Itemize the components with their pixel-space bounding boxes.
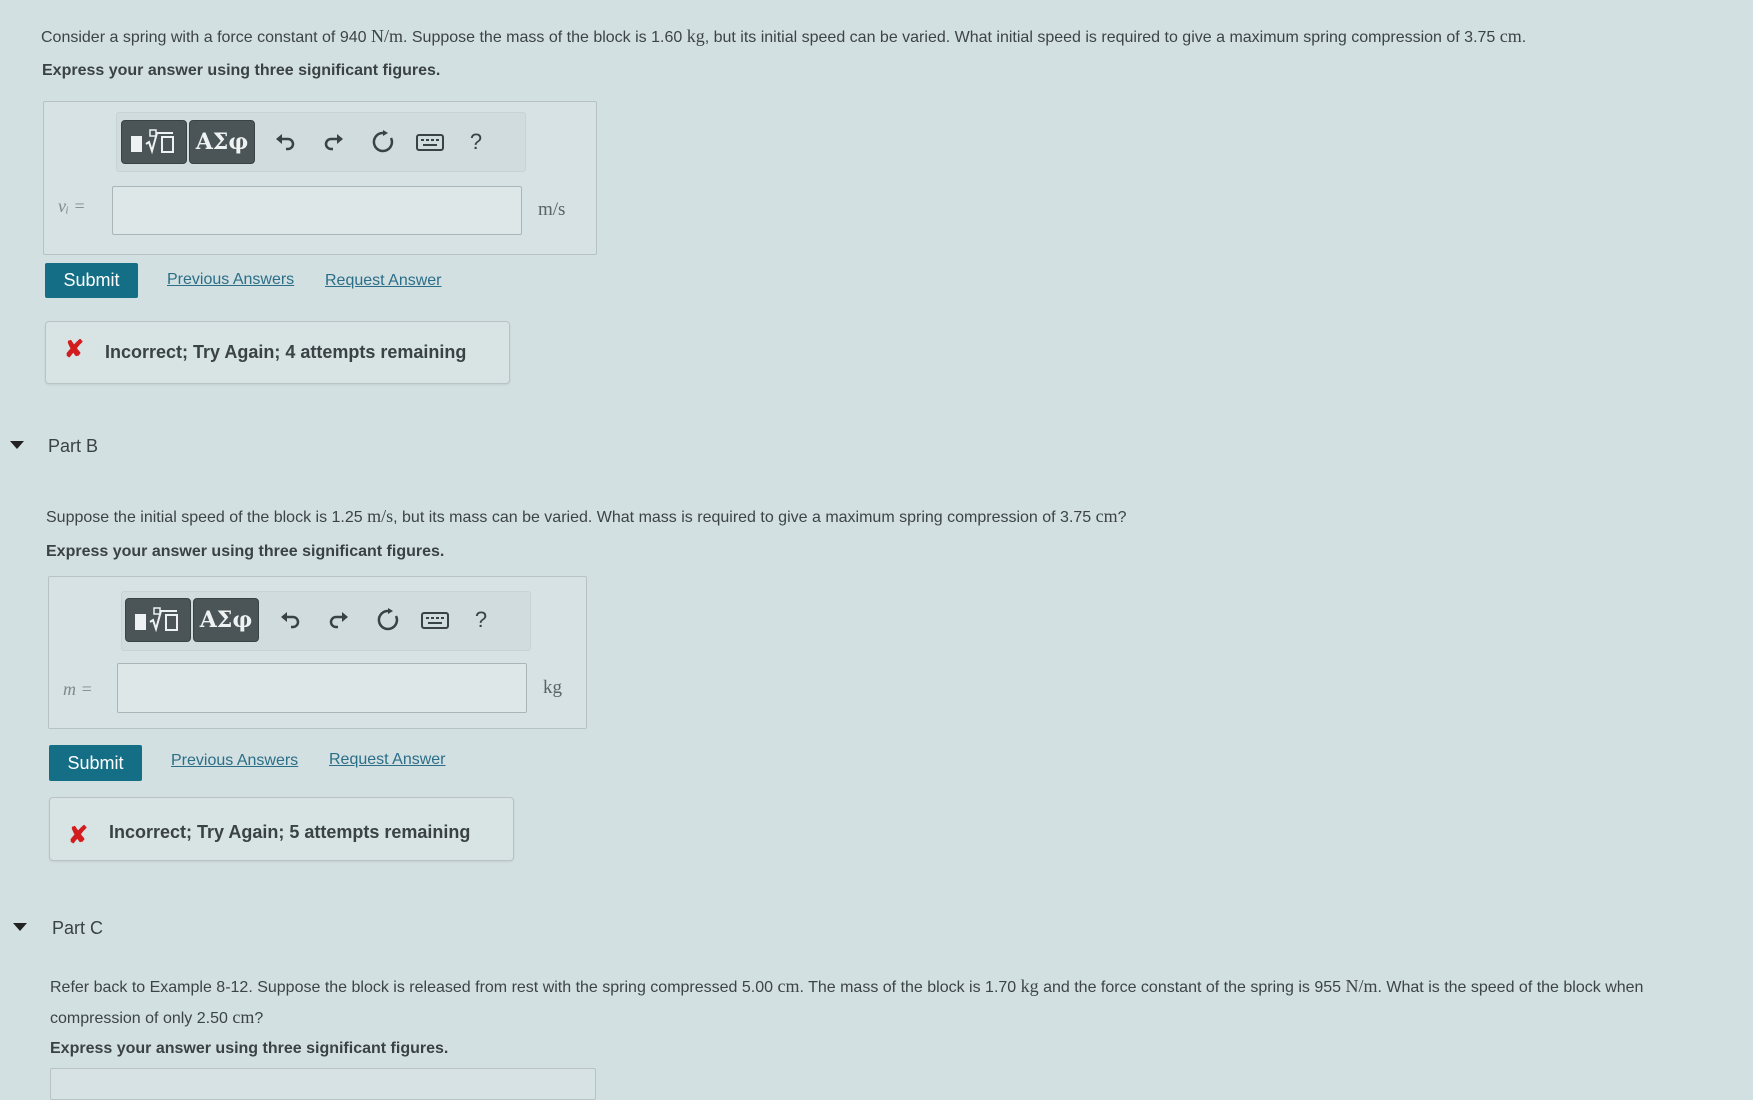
part-a-feedback-text: Incorrect; Try Again; 4 attempts remaini…: [105, 342, 467, 362]
redo-icon: [324, 134, 343, 151]
part-a-question-text: , but its initial speed can be varied. W…: [704, 29, 1500, 46]
templates-button[interactable]: [125, 598, 191, 642]
part-a-answer-box: ΑΣφ ? vᵢ = m/s: [43, 101, 597, 255]
error-x-icon: ✘: [68, 822, 89, 849]
part-b-feedback-text: Incorrect; Try Again; 5 attempts remaini…: [109, 822, 471, 842]
math-toolbar: ΑΣφ ?: [121, 591, 531, 651]
templates-icon: [135, 607, 178, 633]
reset-icon: [372, 130, 394, 153]
unit-nm: N/m: [370, 26, 403, 46]
part-a-question-text: Consider a spring with a force constant …: [41, 29, 371, 46]
part-c-question-text: ?: [254, 1010, 264, 1027]
part-b-collapse-caret[interactable]: [10, 441, 24, 449]
part-c-answer-box: [50, 1068, 596, 1100]
part-a-unit: m/s: [538, 199, 566, 220]
part-c-question-text: compression of only 2.50: [50, 1010, 233, 1027]
part-b-instruction: Express your answer using three signific…: [46, 543, 445, 560]
part-a-previous-answers-link[interactable]: Previous Answers: [167, 271, 294, 289]
part-b-answer-input[interactable]: [117, 663, 527, 713]
part-c-question-text: . What is the speed of the block when: [1377, 979, 1644, 996]
part-a-variable-label: vᵢ =: [58, 196, 86, 216]
keyboard-button[interactable]: [420, 605, 450, 635]
templates-icon: [131, 129, 174, 155]
part-b-unit: kg: [543, 677, 562, 698]
redo-button[interactable]: [324, 605, 354, 635]
part-a-question: Consider a spring with a force constant …: [41, 26, 1526, 47]
greek-label: ΑΣφ: [195, 129, 249, 155]
help-button[interactable]: ?: [461, 127, 491, 157]
undo-button[interactable]: [270, 127, 300, 157]
part-c-question-line2: compression of only 2.50 cm?: [50, 1007, 263, 1028]
error-x-icon: ✘: [64, 336, 85, 363]
part-b-title[interactable]: Part B: [48, 436, 98, 457]
reset-icon: [377, 608, 399, 631]
reset-button[interactable]: [368, 127, 398, 157]
keyboard-icon: [421, 612, 449, 629]
help-button[interactable]: ?: [466, 605, 496, 635]
part-a-request-answer-link[interactable]: Request Answer: [325, 272, 442, 290]
part-b-answer-box: ΑΣφ ? m = kg: [48, 576, 587, 729]
unit-nm: N/m: [1345, 976, 1378, 996]
part-a-submit-button[interactable]: Submit: [45, 263, 138, 298]
math-toolbar: ΑΣφ ?: [116, 112, 526, 172]
part-b-feedback: ✘ Incorrect; Try Again; 5 attempts remai…: [49, 797, 514, 861]
part-b-variable-label: m =: [63, 679, 93, 699]
redo-button[interactable]: [319, 127, 349, 157]
part-b-question-text: Suppose the initial speed of the block i…: [46, 509, 368, 526]
undo-button[interactable]: [275, 605, 305, 635]
redo-icon: [329, 612, 348, 629]
part-a-instruction: Express your answer using three signific…: [42, 62, 441, 79]
undo-icon: [276, 134, 295, 151]
unit-ms: m/s: [367, 506, 394, 526]
unit-kg: kg: [686, 26, 705, 46]
part-c-title[interactable]: Part C: [52, 918, 103, 939]
part-c-question-line1: Refer back to Example 8-12. Suppose the …: [50, 976, 1643, 997]
greek-symbols-button[interactable]: ΑΣφ: [189, 120, 255, 164]
unit-cm: cm: [1499, 26, 1522, 46]
part-b-request-answer-link[interactable]: Request Answer: [329, 751, 446, 769]
help-icon: ?: [474, 607, 488, 632]
unit-kg: kg: [1020, 976, 1039, 996]
part-b-previous-answers-link[interactable]: Previous Answers: [171, 752, 298, 770]
part-c-collapse-caret[interactable]: [13, 923, 27, 931]
part-a-question-text: . Suppose the mass of the block is 1.60: [402, 29, 687, 46]
part-a-question-text: .: [1521, 29, 1527, 46]
unit-cm: cm: [1095, 506, 1118, 526]
reset-button[interactable]: [373, 605, 403, 635]
part-b-question-text: , but its mass can be varied. What mass …: [393, 509, 1096, 526]
help-icon: ?: [469, 129, 483, 154]
templates-button[interactable]: [121, 120, 187, 164]
part-c-question-text: Refer back to Example 8-12. Suppose the …: [50, 979, 778, 996]
part-a-feedback: ✘ Incorrect; Try Again; 4 attempts remai…: [45, 321, 510, 384]
undo-icon: [281, 612, 300, 629]
part-c-instruction: Express your answer using three signific…: [50, 1040, 449, 1057]
unit-cm: cm: [777, 976, 800, 996]
keyboard-icon: [416, 134, 444, 151]
keyboard-button[interactable]: [415, 127, 445, 157]
greek-label: ΑΣφ: [199, 607, 253, 633]
part-b-submit-button[interactable]: Submit: [49, 745, 142, 781]
greek-symbols-button[interactable]: ΑΣφ: [193, 598, 259, 642]
part-b-question: Suppose the initial speed of the block i…: [46, 506, 1127, 527]
part-c-question-text: and the force constant of the spring is …: [1038, 979, 1346, 996]
unit-cm: cm: [232, 1007, 255, 1027]
part-b-question-text: ?: [1117, 509, 1127, 526]
part-a-answer-input[interactable]: [112, 186, 522, 235]
part-c-question-text: . The mass of the block is 1.70: [799, 979, 1021, 996]
